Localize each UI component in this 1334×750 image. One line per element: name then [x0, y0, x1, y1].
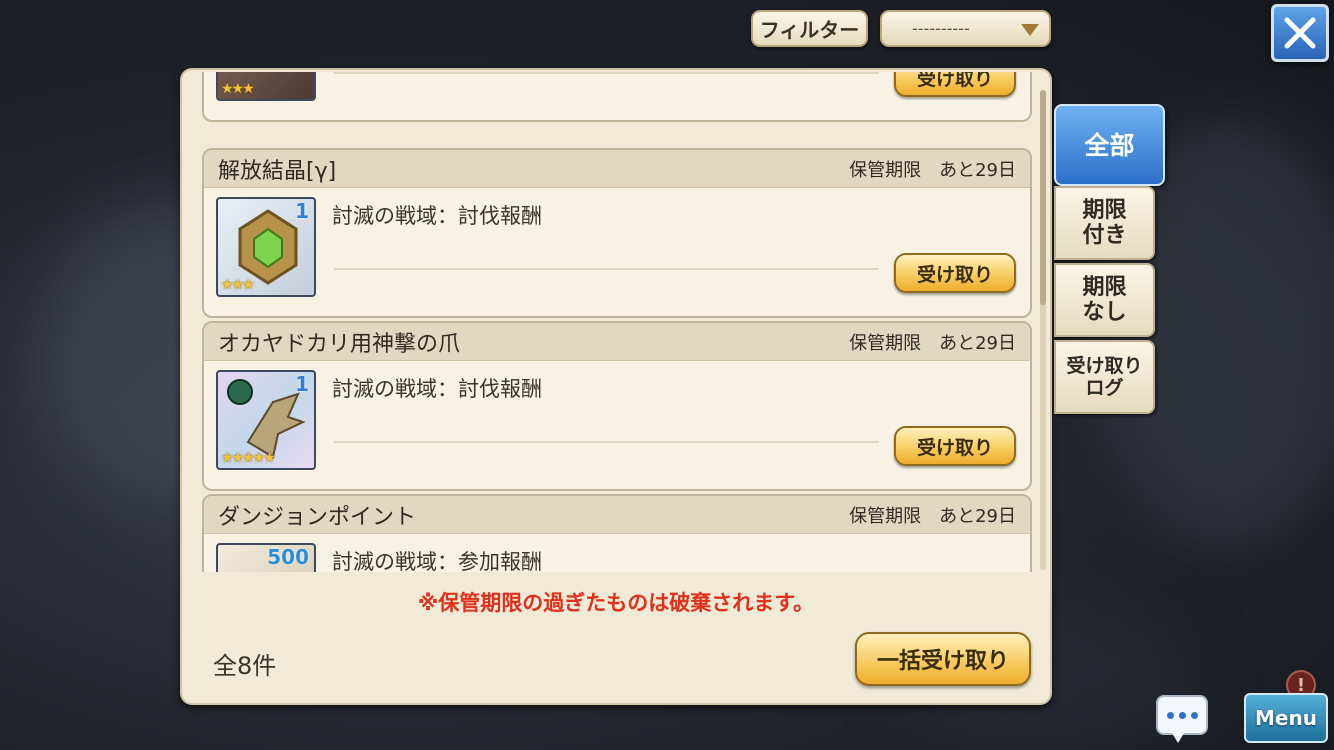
receive-all-button[interactable]: 一括受け取り	[855, 632, 1031, 686]
divider	[334, 441, 879, 443]
total-count: 全8件	[213, 652, 277, 680]
item-count: 1	[295, 372, 309, 396]
chat-button[interactable]	[1156, 695, 1208, 743]
scrollbar-thumb[interactable]	[1040, 90, 1046, 305]
item-body: 1 ★★★ 討滅の戦域：討伐報酬 受け取り	[204, 188, 1030, 316]
receive-button[interactable]: 受け取り	[894, 426, 1016, 466]
item-title: オカヤドカリ用神撃の爪	[218, 331, 461, 357]
item-thumbnail: 500	[216, 543, 316, 572]
chat-icon	[1190, 711, 1198, 719]
list-item: オカヤドカリ用神撃の爪 保管期限 あと29日 1 ★★★★★ 討滅の戦域：討伐報…	[202, 321, 1032, 491]
item-list[interactable]: ★★★ 受け取り 解放結晶[γ] 保管期限 あと29日 1 ★★★ 討滅の戦域：…	[202, 72, 1034, 572]
filter-dropdown[interactable]: ----------	[880, 10, 1051, 47]
menu-button[interactable]: Menu	[1244, 693, 1328, 743]
expiry-label: 保管期限	[849, 159, 922, 181]
expiry-value: あと29日	[939, 505, 1016, 527]
tab-with-expiry[interactable]: 期限 付き	[1054, 186, 1155, 260]
item-thumbnail: 1 ★★★★★	[216, 370, 316, 470]
list-scrollbar[interactable]	[1040, 90, 1046, 570]
expiry-label: 保管期限	[849, 505, 922, 527]
expiry-label: 保管期限	[849, 332, 922, 354]
list-item: ★★★ 受け取り	[202, 72, 1032, 122]
item-header: 解放結晶[γ] 保管期限 あと29日	[204, 150, 1030, 188]
rarity-stars: ★★★	[221, 81, 255, 97]
rarity-stars: ★★★★★	[221, 450, 276, 466]
item-thumbnail: ★★★	[216, 72, 316, 101]
divider	[334, 72, 879, 74]
chat-icon	[1166, 711, 1174, 719]
rarity-stars: ★★★	[221, 277, 255, 293]
close-icon	[1284, 17, 1316, 49]
list-item: 解放結晶[γ] 保管期限 あと29日 1 ★★★ 討滅の戦域：討伐報酬 受け取り	[202, 148, 1032, 318]
item-source: 討滅の戦域：討伐報酬	[332, 204, 542, 228]
chevron-down-icon	[1021, 24, 1039, 36]
item-source: 討滅の戦域：討伐報酬	[332, 377, 542, 401]
item-expiry: 保管期限 あと29日	[849, 156, 1016, 182]
item-title: 解放結晶[γ]	[218, 158, 337, 184]
tab-no-expiry[interactable]: 期限 なし	[1054, 263, 1155, 337]
item-body: 500 討滅の戦域：参加報酬	[204, 534, 1030, 572]
tab-receive-log[interactable]: 受け取り ログ	[1054, 340, 1155, 414]
filter-dropdown-value: ----------	[912, 19, 970, 38]
item-expiry: 保管期限 あと29日	[849, 329, 1016, 355]
expiry-value: あと29日	[939, 332, 1016, 354]
item-title: ダンジョンポイント	[218, 504, 417, 530]
receive-button[interactable]: 受け取り	[894, 72, 1016, 97]
item-body: ★★★ 受け取り	[204, 72, 1030, 120]
list-item: ダンジョンポイント 保管期限 あと29日 500 討滅の戦域：参加報酬	[202, 494, 1032, 572]
divider	[334, 268, 879, 270]
item-body: 1 ★★★★★ 討滅の戦域：討伐報酬 受け取り	[204, 361, 1030, 489]
item-header: ダンジョンポイント 保管期限 あと29日	[204, 496, 1030, 534]
item-count: 1	[295, 199, 309, 223]
item-count: 500	[267, 545, 309, 569]
item-source: 討滅の戦域：参加報酬	[332, 550, 542, 572]
item-thumbnail: 1 ★★★	[216, 197, 316, 297]
item-expiry: 保管期限 あと29日	[849, 502, 1016, 528]
chat-icon	[1178, 711, 1186, 719]
speech-bubble-tail	[1172, 733, 1184, 743]
receive-button[interactable]: 受け取り	[894, 253, 1016, 293]
expiry-value: あと29日	[939, 159, 1016, 181]
present-box-panel: ★★★ 受け取り 解放結晶[γ] 保管期限 あと29日 1 ★★★ 討滅の戦域：…	[180, 68, 1052, 705]
filter-button[interactable]: フィルター	[751, 10, 868, 47]
close-button[interactable]	[1271, 4, 1329, 62]
item-header: オカヤドカリ用神撃の爪 保管期限 あと29日	[204, 323, 1030, 361]
expiry-notice: ※保管期限の過ぎたものは破棄されます。	[417, 591, 815, 615]
tab-all[interactable]: 全部	[1054, 104, 1165, 186]
